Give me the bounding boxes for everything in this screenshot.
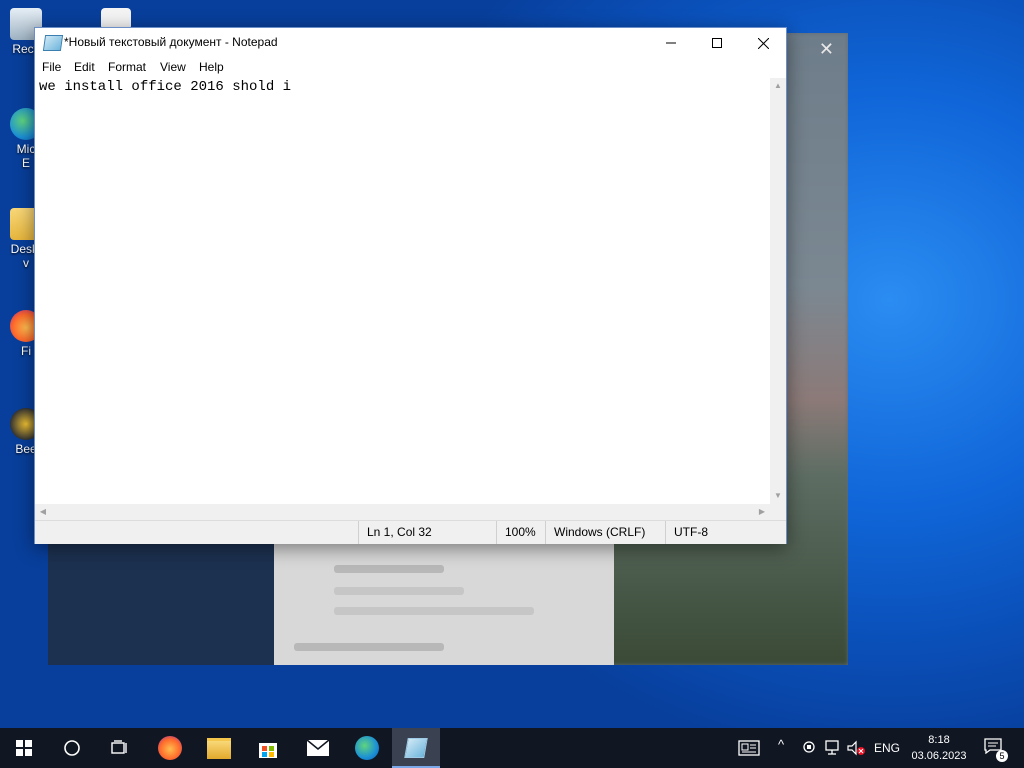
folder-icon [207,737,231,759]
horizontal-scrollbar[interactable]: ◀ ▶ [35,504,770,520]
status-zoom: 100% [496,521,545,544]
window-title: *Новый текстовый документ - Notepad [64,35,278,49]
notification-count-badge: 5 [996,750,1008,762]
clock[interactable]: 8:18 03.06.2023 [904,732,974,764]
background-window-card [274,543,614,665]
notepad-icon [404,738,428,758]
background-window-close-icon[interactable]: ✕ [819,39,834,60]
chevron-up-icon[interactable]: ^ [778,737,784,752]
task-view-icon [111,740,127,754]
network-icon[interactable] [824,740,840,759]
menu-format[interactable]: Format [108,60,146,74]
menu-edit[interactable]: Edit [74,60,95,74]
maximize-icon [712,38,722,48]
notepad-icon [42,35,64,51]
clock-time: 8:18 [928,734,950,746]
close-icon [757,37,769,49]
status-line-ending: Windows (CRLF) [545,521,657,544]
volume-muted-icon[interactable] [846,740,866,759]
mail-icon [306,739,330,756]
text-editor[interactable]: we install office 2016 shold i [35,78,770,504]
store-icon [259,743,277,758]
scroll-down-icon[interactable]: ▼ [770,488,786,504]
menu-file[interactable]: File [42,60,61,74]
firefox-icon [158,736,182,760]
scroll-right-icon[interactable]: ▶ [754,504,770,520]
scroll-up-icon[interactable]: ▲ [770,78,786,94]
menu-help[interactable]: Help [199,60,224,74]
edge-icon [355,736,379,760]
menu-view[interactable]: View [160,60,186,74]
editor-content[interactable]: we install office 2016 shold i [39,79,291,95]
maximize-button[interactable] [694,28,740,58]
taskbar-firefox[interactable] [146,728,194,768]
close-button[interactable] [740,28,786,58]
background-window-panel [48,543,274,665]
minimize-button[interactable] [648,28,694,58]
taskbar-mail[interactable] [294,728,342,768]
news-widget-icon[interactable] [738,740,760,759]
taskbar: ^ ENG 8:18 03.06.2023 5 [0,728,1024,768]
windows-logo-icon [16,740,32,756]
vertical-scrollbar[interactable]: ▲ ▼ [770,78,786,504]
taskbar-edge[interactable] [343,728,391,768]
title-bar[interactable]: *Новый текстовый документ - Notepad [35,28,786,58]
status-cursor-position: Ln 1, Col 32 [358,521,497,544]
meet-now-icon[interactable] [802,740,816,759]
scrollbar-corner [770,504,786,520]
scroll-left-icon[interactable]: ◀ [35,504,51,520]
search-button[interactable] [48,728,96,768]
status-encoding: UTF-8 [665,521,774,544]
start-button[interactable] [0,728,48,768]
notepad-window[interactable]: *Новый текстовый документ - Notepad File… [34,27,787,544]
taskbar-notepad[interactable] [392,728,440,768]
input-language[interactable]: ENG [874,741,900,755]
search-circle-icon [64,740,80,756]
menu-bar: File Edit Format View Help [35,58,786,78]
task-view-button[interactable] [96,728,144,768]
taskbar-file-explorer[interactable] [195,728,243,768]
minimize-icon [666,42,676,44]
status-bar: Ln 1, Col 32 100% Windows (CRLF) UTF-8 [35,520,786,544]
taskbar-microsoft-store[interactable] [244,728,292,768]
clock-date: 03.06.2023 [911,750,967,762]
